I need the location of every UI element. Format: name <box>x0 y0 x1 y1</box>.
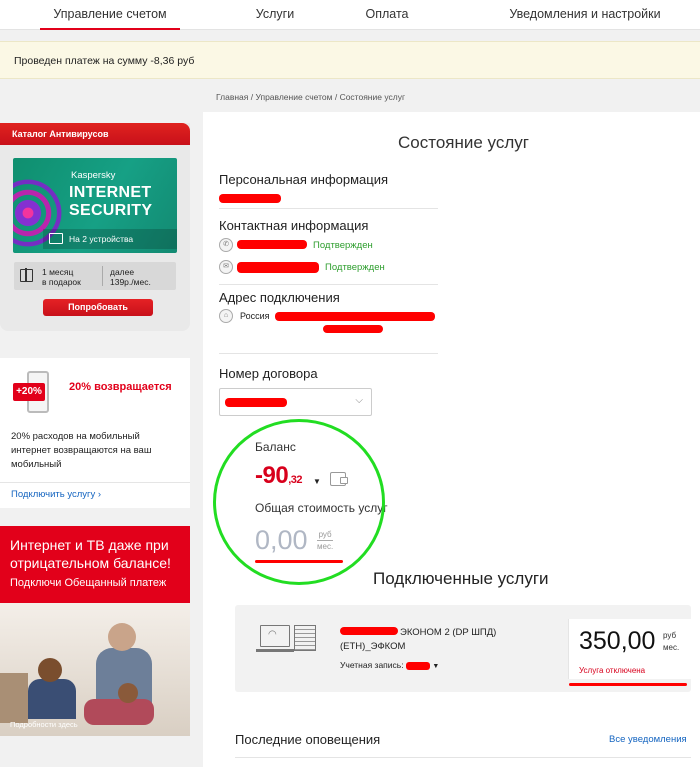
kaspersky-product: INTERNET SECURITY <box>69 184 153 219</box>
address-label: Адрес подключения <box>219 290 340 305</box>
chevron-down-icon: ⌵ <box>355 395 363 406</box>
try-antivirus-button[interactable]: Попробовать <box>43 299 153 316</box>
kaspersky-banner[interactable]: Kaspersky INTERNET SECURITY На 2 устройс… <box>13 158 177 253</box>
email-icon: ✉ <box>219 260 233 274</box>
promo-price: далее 139р./мес. <box>110 267 151 287</box>
red-underline-status <box>569 683 687 686</box>
redacted-address-line1 <box>275 312 435 321</box>
redacted-contract-number <box>225 398 287 407</box>
service-card[interactable]: ◠ ЭКОНОМ 2 (DP ШПД) (ETH)_ЭФКОМ Учетная … <box>235 605 691 692</box>
redacted-email <box>237 262 319 273</box>
email-confirmed-status: Подтвержден <box>325 262 385 273</box>
antivirus-catalog-header: Каталог Антивирусов <box>0 123 190 145</box>
cashback-card: +20% 20% возвращается 20% расходов на мо… <box>0 358 190 508</box>
internet-service-icon: ◠ <box>256 625 320 663</box>
cashback-text: 20% расходов на мобильный интернет возвр… <box>11 431 152 470</box>
phone-cashback-icon: +20% <box>13 371 57 415</box>
account-dropdown-arrow[interactable]: ▼ <box>432 663 439 670</box>
promo-free-month: 1 месяц в подарок <box>42 267 81 287</box>
service-price-block: 350,00 руб мес. Услуга отключена <box>568 619 691 679</box>
page-title: Состояние услуг <box>398 133 529 152</box>
breadcrumb-current: Состояние услуг <box>339 92 406 102</box>
promo-subtitle: Подключи Обещанный платеж <box>10 577 167 589</box>
phone-icon: ✆ <box>219 238 233 252</box>
connect-service-link[interactable]: Подключить услугу › <box>0 482 190 508</box>
service-price-unit: руб мес. <box>663 631 680 652</box>
redacted-phone <box>237 240 307 249</box>
service-status: Услуга отключена <box>579 666 646 675</box>
service-price: 350,00 <box>579 627 656 655</box>
service-account: Учетная запись: ▼ <box>340 660 440 670</box>
antivirus-catalog-card: Каталог Антивирусов Kaspersky INTERNET S… <box>0 123 190 331</box>
contact-info-label: Контактная информация <box>219 218 369 233</box>
home-icon: ⌂ <box>219 309 233 323</box>
redacted-account <box>405 661 430 670</box>
kaspersky-devices: На 2 устройства <box>43 229 177 249</box>
antivirus-promo-terms: 1 месяц в подарок далее 139р./мес. <box>14 262 176 290</box>
contract-number-label: Номер договора <box>219 366 318 381</box>
devices-icon <box>49 233 63 244</box>
green-highlight-circle <box>213 419 385 585</box>
kaspersky-brand: Kaspersky <box>71 170 116 181</box>
connected-services-title: Подключенные услуги <box>373 569 549 588</box>
family-photo: Подробности здесь <box>0 603 190 736</box>
tab-account-management[interactable]: Управление счетом <box>40 0 180 30</box>
gift-icon <box>20 268 33 282</box>
breadcrumb-account[interactable]: Управление счетом <box>255 92 332 102</box>
recent-notifications-title: Последние оповещения <box>235 732 381 747</box>
address-country: Россия <box>240 311 270 321</box>
payment-notice: Проведен платеж на сумму -8,36 руб <box>0 41 700 79</box>
tab-notifications-settings[interactable]: Уведомления и настройки <box>500 0 670 30</box>
breadcrumb-home[interactable]: Главная <box>216 92 248 102</box>
contract-number-select[interactable]: ⌵ <box>219 388 372 416</box>
redacted-address-line2 <box>323 325 383 333</box>
tab-payment[interactable]: Оплата <box>352 0 422 30</box>
all-notifications-link[interactable]: Все уведомления <box>609 734 687 745</box>
top-navigation: Управление счетом Услуги Оплата Уведомле… <box>0 0 700 30</box>
breadcrumb: Главная / Управление счетом / Состояние … <box>216 92 406 102</box>
cashback-title: 20% возвращается <box>69 381 172 393</box>
tab-services[interactable]: Услуги <box>240 0 310 30</box>
promo-title: Интернет и ТВ даже при отрицательном бал… <box>10 537 171 571</box>
service-name: ЭКОНОМ 2 (DP ШПД) (ETH)_ЭФКОМ <box>340 627 497 652</box>
phone-confirmed-status: Подтвержден <box>313 240 373 251</box>
redacted-name <box>219 194 281 203</box>
promo-details-link[interactable]: Подробности здесь <box>10 720 78 729</box>
personal-info-label: Персональная информация <box>219 172 389 187</box>
promised-payment-banner[interactable]: Интернет и ТВ даже при отрицательном бал… <box>0 526 190 736</box>
